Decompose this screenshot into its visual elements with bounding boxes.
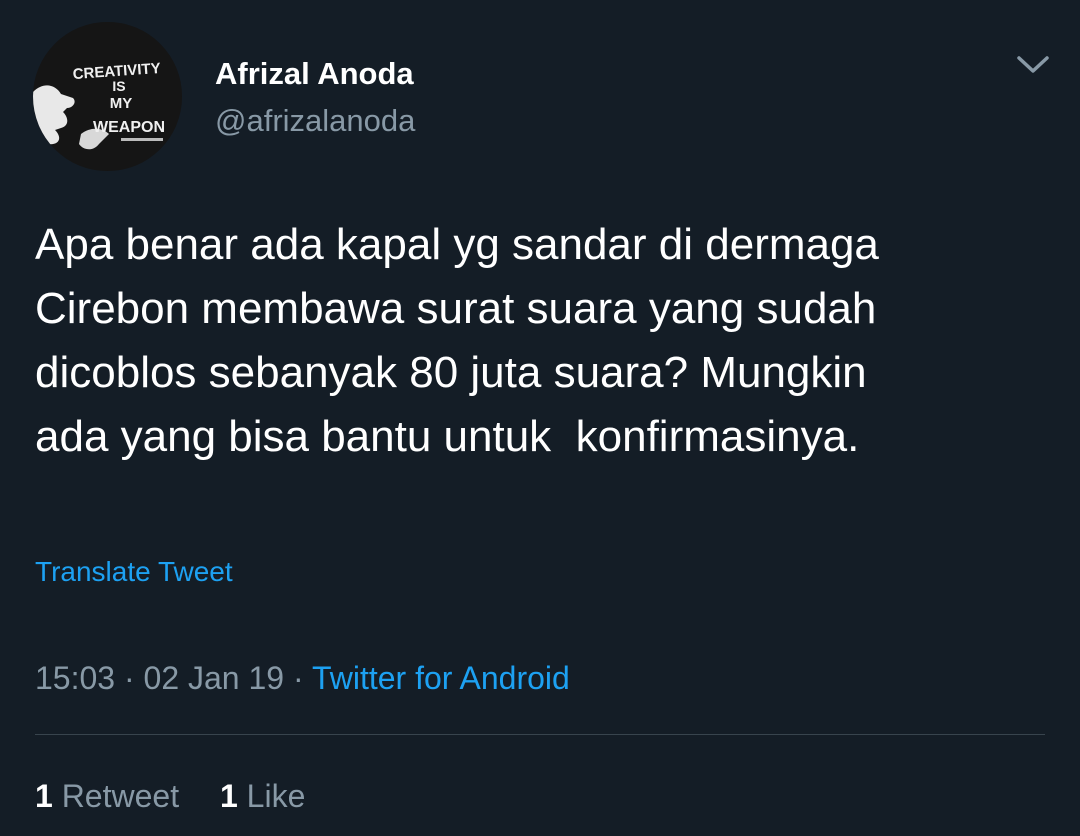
tweet-stats: 1 Retweet 1 Like	[35, 778, 337, 815]
divider	[35, 734, 1045, 735]
avatar-text-line-2: IS	[112, 78, 125, 94]
tweet-date: 02 Jan 19	[143, 660, 285, 696]
author-handle[interactable]: @afrizalanoda	[215, 103, 415, 139]
retweet-count: 1	[35, 778, 53, 814]
like-count: 1	[219, 778, 238, 814]
meta-separator: ·	[284, 660, 312, 696]
like-label: Like	[246, 778, 306, 814]
meta-separator: ·	[115, 660, 144, 696]
author-name[interactable]: Afrizal Anoda	[215, 56, 414, 92]
tweet-time: 15:03	[35, 660, 116, 696]
translate-tweet-link[interactable]: Translate Tweet	[35, 556, 233, 588]
tweet-detail: CREATIVITY IS MY WEAPON Afrizal Anoda @a…	[0, 0, 1080, 836]
retweet-stat[interactable]: 1 Retweet	[35, 778, 179, 815]
retweet-label: Retweet	[61, 778, 180, 814]
tweet-text: Apa benar ada kapal yg sandar di dermaga…	[35, 220, 879, 461]
like-stat[interactable]: 1 Like	[220, 778, 305, 815]
avatar-text-line-3: MY	[110, 95, 133, 112]
tweet-metadata: 15:03 · 02 Jan 19 · Twitter for Android	[35, 660, 570, 697]
chevron-down-icon[interactable]	[1015, 50, 1051, 78]
avatar[interactable]: CREATIVITY IS MY WEAPON	[33, 22, 182, 171]
tweet-source-link[interactable]: Twitter for Android	[312, 660, 570, 696]
avatar-text-line-4: WEAPON	[93, 119, 165, 136]
avatar-image: CREATIVITY IS MY WEAPON	[33, 22, 182, 171]
